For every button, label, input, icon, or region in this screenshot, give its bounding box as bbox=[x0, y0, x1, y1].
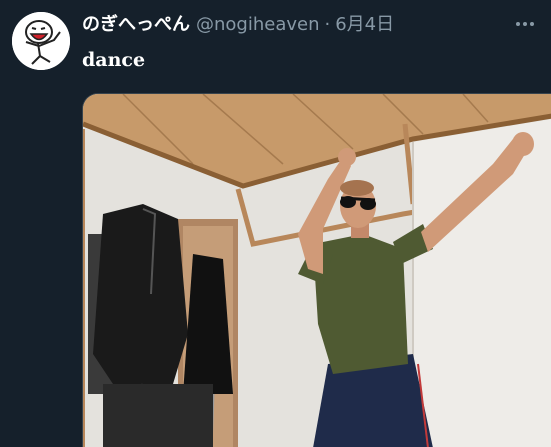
tweet-header: のぎへっぺん @nogiheaven · 6月4日 bbox=[82, 11, 394, 39]
separator-dot: · bbox=[324, 14, 331, 35]
more-options-button[interactable] bbox=[511, 12, 539, 36]
photo-icon bbox=[83, 94, 551, 447]
more-horizontal-icon bbox=[516, 22, 534, 26]
display-name[interactable]: のぎへっぺん bbox=[82, 11, 190, 39]
tweet-media-photo[interactable] bbox=[82, 93, 551, 447]
user-handle[interactable]: @nogiheaven bbox=[196, 11, 320, 39]
tweet-card[interactable]: のぎへっぺん @nogiheaven · 6月4日 dance bbox=[0, 0, 551, 447]
cartoon-character-icon bbox=[12, 12, 70, 70]
tweet-text: dance bbox=[82, 49, 146, 71]
avatar[interactable] bbox=[12, 12, 70, 70]
tweet-date[interactable]: 6月4日 bbox=[335, 11, 394, 39]
